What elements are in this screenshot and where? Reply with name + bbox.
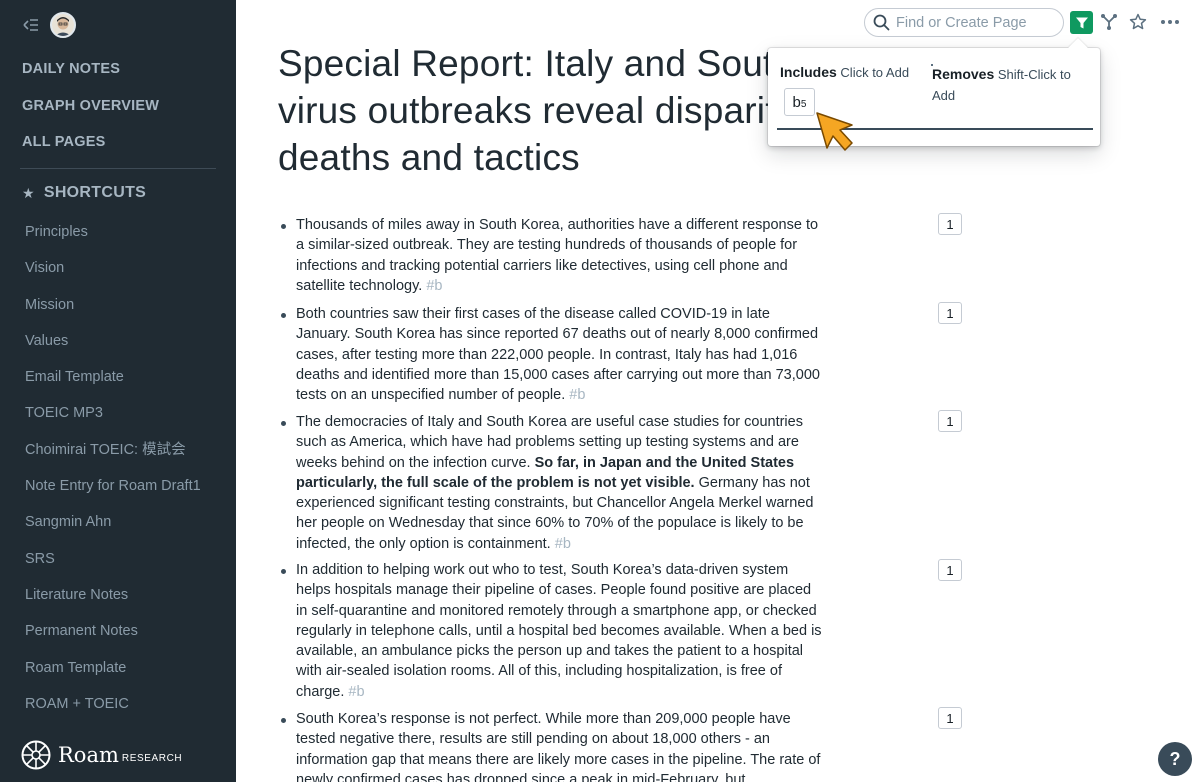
filter-chip-label: b	[792, 93, 801, 111]
block-reference-count[interactable]: 1	[938, 213, 962, 235]
removes-header: Removes Shift-Click to Add	[932, 64, 1092, 106]
search-icon	[873, 14, 890, 31]
block-5[interactable]: South Korea’s response is not perfect. W…	[281, 709, 826, 782]
graph-view-icon[interactable]	[1098, 11, 1120, 33]
star-icon: ★	[22, 184, 35, 201]
shortcut-srs[interactable]: SRS	[25, 548, 201, 584]
block-text: In addition to helping work out who to t…	[296, 562, 822, 700]
search-box[interactable]: Find or Create Page	[864, 8, 1064, 37]
logo-subtitle: RESEARCH	[121, 752, 183, 764]
shortcut-literature-notes[interactable]: Literature Notes	[25, 584, 201, 620]
shortcuts-list: Principles Vision Mission Values Email T…	[25, 221, 201, 729]
collapse-sidebar-icon[interactable]	[22, 16, 40, 34]
shortcut-permanent-notes[interactable]: Permanent Notes	[25, 620, 201, 656]
nav-graph-overview[interactable]: GRAPH OVERVIEW	[22, 95, 159, 132]
block-4[interactable]: In addition to helping work out who to t…	[281, 560, 826, 702]
removes-label: Removes	[932, 66, 995, 82]
cursor-pointer-icon	[816, 112, 853, 151]
block-tag[interactable]: #b	[426, 278, 442, 294]
nav-daily-notes[interactable]: DAILY NOTES	[22, 58, 159, 95]
more-options-icon[interactable]	[1159, 11, 1181, 33]
sidebar-divider	[20, 168, 216, 169]
shortcuts-title: SHORTCUTS	[43, 184, 147, 201]
block-reference-count[interactable]: 1	[938, 302, 962, 324]
includes-header: Includes Click to Add	[780, 64, 909, 80]
shortcut-principles[interactable]: Principles	[25, 221, 201, 257]
block-reference-count[interactable]: 1	[938, 559, 962, 581]
block-tag[interactable]: #b	[348, 684, 364, 700]
shortcut-vision[interactable]: Vision	[25, 257, 201, 293]
roam-logo: Roam RESEARCH	[21, 740, 182, 770]
shortcut-toeic-mp3[interactable]: TOEIC MP3	[25, 402, 201, 438]
user-avatar[interactable]	[50, 12, 76, 38]
block-text: South Korea’s response is not perfect. W…	[296, 711, 821, 782]
shortcut-sangmin-ahn[interactable]: Sangmin Ahn	[25, 511, 201, 547]
shortcut-roam-template[interactable]: Roam Template	[25, 657, 201, 693]
filter-button[interactable]	[1070, 11, 1093, 34]
shortcut-values[interactable]: Values	[25, 330, 201, 366]
block-reference-count[interactable]: 1	[938, 707, 962, 729]
block-text: Both countries saw their first cases of …	[296, 306, 820, 404]
block-text: Thousands of miles away in South Korea, …	[296, 217, 819, 294]
includes-hint: Click to Add	[840, 65, 910, 80]
shortcut-choimirai-toeic[interactable]: Choimirai TOEIC: 模試会	[25, 439, 201, 475]
block-reference-count[interactable]: 1	[938, 410, 962, 432]
sidebar: DAILY NOTES GRAPH OVERVIEW ALL PAGES ★ S…	[0, 0, 236, 782]
block-1[interactable]: Thousands of miles away in South Korea, …	[281, 215, 826, 296]
logo-wordmark: Roam	[58, 743, 119, 767]
star-shortcut-icon[interactable]	[1127, 11, 1149, 33]
block-tag[interactable]: #b	[555, 536, 571, 552]
search-placeholder: Find or Create Page	[896, 14, 1027, 31]
shortcuts-header: ★ SHORTCUTS	[22, 184, 146, 202]
filter-chip-count: 5	[800, 98, 807, 110]
filter-chip-b[interactable]: b5	[784, 88, 815, 116]
includes-label: Includes	[780, 64, 837, 80]
block-tag[interactable]: #b	[569, 387, 585, 403]
sidebar-nav: DAILY NOTES GRAPH OVERVIEW ALL PAGES	[22, 58, 159, 168]
nav-all-pages[interactable]: ALL PAGES	[22, 131, 159, 168]
roam-logo-icon	[21, 740, 51, 770]
shortcut-mission[interactable]: Mission	[25, 294, 201, 330]
help-button[interactable]: ?	[1158, 742, 1192, 776]
block-3[interactable]: The democracies of Italy and South Korea…	[281, 412, 826, 554]
shortcut-roam-toeic[interactable]: ROAM + TOEIC	[25, 693, 201, 729]
filter-icon	[1075, 17, 1088, 28]
shortcut-note-entry[interactable]: Note Entry for Roam Draft1	[25, 475, 201, 511]
block-2[interactable]: Both countries saw their first cases of …	[281, 304, 826, 405]
sidebar-top	[22, 12, 76, 38]
shortcut-email-template[interactable]: Email Template	[25, 366, 201, 402]
